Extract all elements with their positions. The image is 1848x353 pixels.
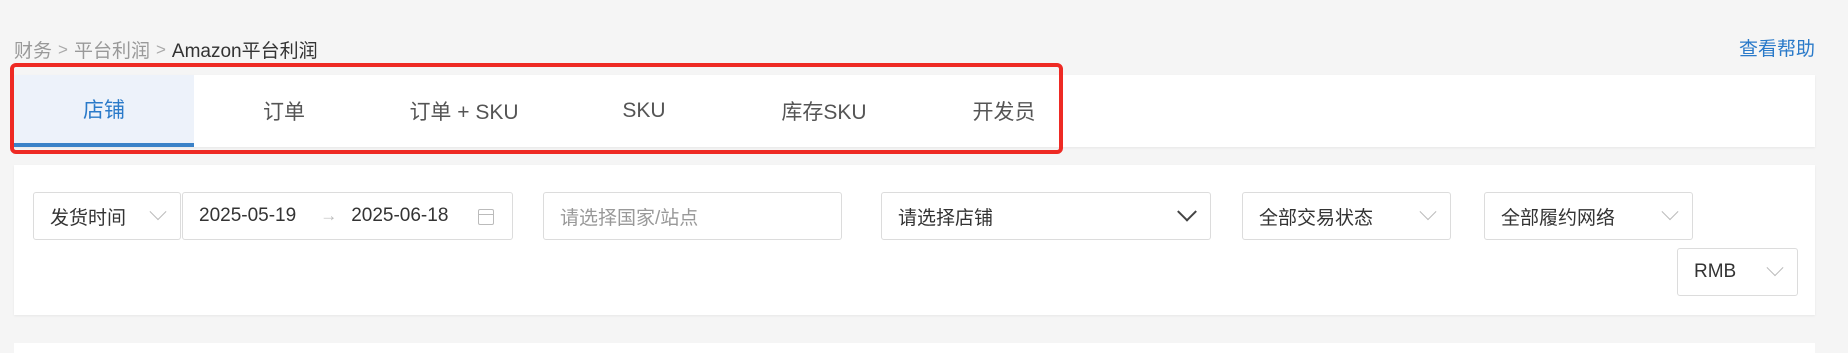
breadcrumb: 财务 > 平台利润 > Amazon平台利润	[14, 36, 318, 63]
tab-order[interactable]: 订单	[194, 75, 374, 147]
filter-panel: 发货时间 2025-05-19 → 2025-06-18 请选择国家/站点 请选…	[14, 165, 1815, 315]
breadcrumb-item-platform-profit[interactable]: 平台利润	[74, 36, 150, 63]
chevron-down-icon	[1766, 259, 1784, 277]
country-site-placeholder: 请选择国家/站点	[560, 207, 699, 229]
top-bar: 财务 > 平台利润 > Amazon平台利润 查看帮助	[0, 0, 1848, 72]
time-type-select[interactable]: 发货时间	[33, 192, 181, 240]
breadcrumb-separator: >	[58, 39, 68, 59]
chevron-down-icon	[1419, 203, 1437, 221]
breadcrumb-separator: >	[155, 39, 166, 59]
trade-status-value: 全部交易状态	[1259, 207, 1374, 229]
country-site-select[interactable]: 请选择国家/站点	[543, 192, 842, 240]
trade-status-select[interactable]: 全部交易状态	[1242, 192, 1451, 240]
content-panel-edge	[14, 343, 1815, 353]
tab-inventory-sku[interactable]: 库存SKU	[734, 75, 914, 147]
date-range-picker[interactable]: 2025-05-19 → 2025-06-18	[182, 192, 513, 240]
chevron-down-icon	[149, 203, 167, 221]
chevron-down-icon	[1661, 203, 1679, 221]
calendar-icon	[478, 209, 494, 225]
start-date[interactable]: 2025-05-19	[183, 205, 296, 227]
fulfillment-network-value: 全部履约网络	[1501, 207, 1616, 229]
currency-value: RMB	[1694, 261, 1737, 282]
chevron-down-icon	[1177, 201, 1197, 222]
tab-store[interactable]: 店铺	[14, 75, 194, 147]
store-placeholder: 请选择店铺	[898, 207, 994, 229]
end-date[interactable]: 2025-06-18	[351, 205, 448, 227]
breadcrumb-item-finance[interactable]: 财务	[14, 36, 52, 63]
help-link[interactable]: 查看帮助	[1739, 34, 1815, 61]
tab-bar: 店铺 订单 订单 + SKU SKU 库存SKU 开发员	[14, 75, 1815, 147]
fulfillment-network-select[interactable]: 全部履约网络	[1484, 192, 1693, 240]
breadcrumb-current: Amazon平台利润	[171, 41, 318, 62]
tab-order-sku[interactable]: 订单 + SKU	[374, 75, 554, 147]
store-select[interactable]: 请选择店铺	[881, 192, 1211, 240]
currency-select[interactable]: RMB	[1677, 248, 1798, 296]
range-arrow-icon: →	[320, 206, 338, 225]
tab-developer[interactable]: 开发员	[914, 75, 1094, 147]
tab-sku[interactable]: SKU	[554, 75, 734, 147]
time-type-value: 发货时间	[50, 207, 127, 229]
